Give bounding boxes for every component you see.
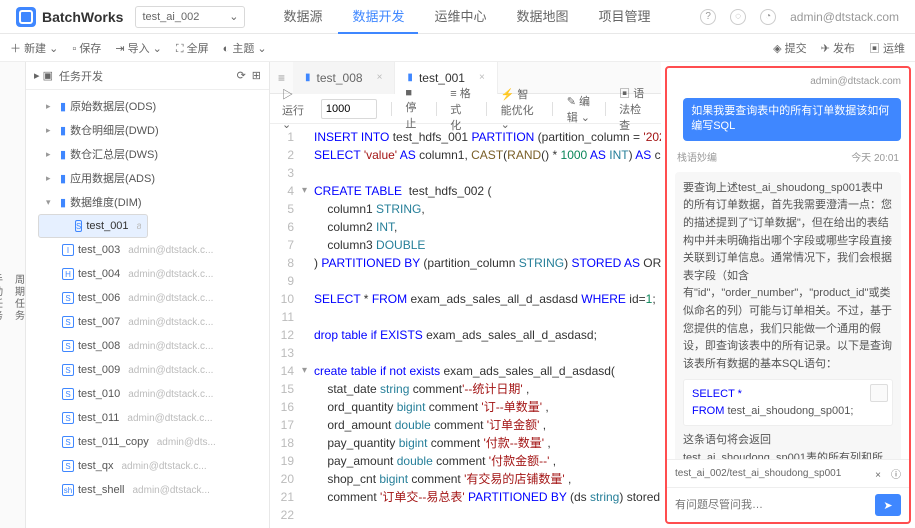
tree-file[interactable]: S test_009admin@dtstack.c... <box>26 358 269 382</box>
chat-input-row: ➤ <box>667 487 909 522</box>
code-line: 16 ord_quantity bigint comment '订--单数量' … <box>270 398 661 416</box>
send-btn[interactable]: ➤ <box>875 494 901 516</box>
tree-file[interactable]: sh test_shelladmin@dtstack... <box>26 478 269 502</box>
chat-meta: 栈语妙编今天 20:01 <box>667 145 909 168</box>
chevron-down-icon: ⌄ <box>229 10 238 23</box>
code-line: 15 stat_date string comment'--统计日期' , <box>270 380 661 398</box>
code-line: 12drop table if EXISTS exam_ads_sales_al… <box>270 326 661 344</box>
top-right: ? ◌ ◔ admin@dtstack.com <box>700 9 899 25</box>
tree-file[interactable]: S test_010admin@dtstack.c... <box>26 382 269 406</box>
close-icon[interactable]: × <box>377 72 383 83</box>
main-nav: 数据源数据开发运维中心数据地图项目管理 <box>269 0 664 34</box>
code-line: 3 <box>270 164 661 182</box>
code-line: 19 pay_amount double comment '付款金额--' , <box>270 452 661 470</box>
save-btn[interactable]: ▫ 保存 <box>72 40 101 56</box>
nav-item[interactable]: 项目管理 <box>585 0 665 34</box>
tree-file[interactable]: S test_001admin@dtstack.c... <box>38 214 148 238</box>
tree-header: ▸ ▣ 任务开发 ⟳ ⊞ <box>26 62 269 90</box>
bot-message: 要查询上述test_ai_shoudong_sp001表中的所有订单数据，首先我… <box>675 172 901 459</box>
tree-file[interactable]: S test_008admin@dtstack.c... <box>26 334 269 358</box>
close-icon[interactable]: × <box>479 72 485 83</box>
refresh-icon[interactable]: ⟳ <box>237 69 246 82</box>
tree-folder[interactable]: ▸▮ 原始数据层(ODS) <box>26 94 269 118</box>
code-line: 6 column2 INT, <box>270 218 661 236</box>
limit-input[interactable] <box>321 99 377 119</box>
user-message: 如果我要查询表中的所有订单数据该如何编写SQL <box>683 98 901 141</box>
code-line: 8) PARTITIONED BY (partition_column STRI… <box>270 254 661 272</box>
tree-file[interactable]: S test_011admin@dtstack.c... <box>26 406 269 430</box>
editor-toolbar: ▷ 运行 ⌄ ■ 停止 ≡ 格式化 ⚡ 智能优化 ⌄ ✎ 编辑 ⌄ ▣ 语法检查 <box>270 94 661 124</box>
chat-body: 要查询上述test_ai_shoudong_sp001表中的所有订单数据，首先我… <box>667 168 909 459</box>
code-line: 20 shop_cnt bigint comment '有交易的店铺数量' , <box>270 470 661 488</box>
msg-icon[interactable]: ◌ <box>730 9 746 25</box>
close-icon[interactable]: × ⓘ <box>875 466 901 481</box>
code-editor[interactable]: 1INSERT INTO test_hdfs_001 PARTITION (pa… <box>270 124 661 528</box>
file-tree: ▸ ▣ 任务开发 ⟳ ⊞ ▸▮ 原始数据层(ODS)▸▮ 数仓明细层(DWD)▸… <box>26 62 270 528</box>
code-line: 1INSERT INTO test_hdfs_001 PARTITION (pa… <box>270 128 661 146</box>
code-line: 13 <box>270 344 661 362</box>
filter-icon[interactable]: ⊞ <box>252 69 261 82</box>
code-line: 7 column3 DOUBLE <box>270 236 661 254</box>
code-line: 17 ord_amount double comment '订单金额' , <box>270 416 661 434</box>
rail-item[interactable]: 手动任务 <box>0 275 3 323</box>
ops-btn[interactable]: ▣ 运维 <box>869 40 905 56</box>
rail-item[interactable]: 周期任务 <box>15 275 25 323</box>
tree-title: 任务开发 <box>59 68 103 84</box>
folder-icon: ▸ ▣ <box>34 69 53 82</box>
tree-file[interactable]: H test_004admin@dtstack.c... <box>26 262 269 286</box>
help-icon[interactable]: ? <box>700 9 716 25</box>
tree-file[interactable]: S test_011_copyadmin@dts... <box>26 430 269 454</box>
tree-file[interactable]: I test_003admin@dtstack.c... <box>26 238 269 262</box>
fs-btn[interactable]: ⛶ 全屏 <box>176 40 209 56</box>
code-line: 14▾create table if not exists exam_ads_s… <box>270 362 661 380</box>
code-line: 23DESCRIBE exam_ads_sales_all_d_asdasd; <box>270 524 661 528</box>
tree-folder[interactable]: ▸▮ 数仓汇总层(DWS) <box>26 142 269 166</box>
user-email[interactable]: admin@dtstack.com <box>790 10 899 24</box>
tree-body: ▸▮ 原始数据层(ODS)▸▮ 数仓明细层(DWD)▸▮ 数仓汇总层(DWS)▸… <box>26 90 269 528</box>
copy-icon[interactable] <box>870 384 888 402</box>
tree-folder[interactable]: ▸▮ 数仓明细层(DWD) <box>26 118 269 142</box>
code-line: 18 pay_quantity bigint comment '付款--数量' … <box>270 434 661 452</box>
nav-item[interactable]: 数据开发 <box>338 0 418 34</box>
logo: BatchWorks <box>16 7 123 27</box>
code-line: 22 <box>270 506 661 524</box>
chat-header: admin@dtstack.com <box>667 68 909 94</box>
code-line: 2SELECT 'value' AS column1, CAST(RAND() … <box>270 146 661 164</box>
ai-chat-panel: admin@dtstack.com 如果我要查询表中的所有订单数据该如何编写SQ… <box>665 66 911 524</box>
chat-input[interactable] <box>675 499 869 511</box>
nav-item[interactable]: 运维中心 <box>420 0 500 34</box>
main: 周期任务手动任务临时查询运行历史资源管理函数管理组件管理标签管理 ▸ ▣ 任务开… <box>0 62 915 528</box>
project-select[interactable]: test_ai_002⌄ <box>135 6 245 28</box>
code-line: 11 <box>270 308 661 326</box>
theme-btn[interactable]: ◐ 主题 ⌄ <box>223 40 267 56</box>
code-line: 21 comment '订单交--易总表' PARTITIONED BY (ds… <box>270 488 661 506</box>
code-line: 4▾CREATE TABLE test_hdfs_002 ( <box>270 182 661 200</box>
sub-toolbar: ＋ 新建 ⌄ ▫ 保存 ⇥ 导入 ⌄ ⛶ 全屏 ◐ 主题 ⌄ ◈ 提交 ✈ 发布… <box>0 34 915 62</box>
nav-item[interactable]: 数据源 <box>269 0 336 34</box>
submit-btn[interactable]: ◈ 提交 <box>773 40 807 56</box>
tree-folder[interactable]: ▸▮ 应用数据层(ADS) <box>26 166 269 190</box>
tree-file[interactable]: S test_qxadmin@dtstack.c... <box>26 454 269 478</box>
publish-btn[interactable]: ✈ 发布 <box>821 40 855 56</box>
new-btn[interactable]: ＋ 新建 ⌄ <box>10 40 58 56</box>
code-line: 5 column1 STRING, <box>270 200 661 218</box>
import-btn[interactable]: ⇥ 导入 ⌄ <box>115 40 162 56</box>
left-rail: 周期任务手动任务临时查询运行历史资源管理函数管理组件管理标签管理 <box>0 62 26 528</box>
chat-context: test_ai_002/test_ai_shoudong_sp001× ⓘ <box>667 459 909 487</box>
code-line: 9 <box>270 272 661 290</box>
edit-btn[interactable]: ✎ 编辑 ⌄ <box>567 93 591 125</box>
user-icon[interactable]: ◔ <box>760 9 776 25</box>
tree-folder[interactable]: ▾▮ 数据维度(DIM) <box>26 190 269 214</box>
tree-file[interactable]: S test_007admin@dtstack.c... <box>26 310 269 334</box>
logo-icon <box>16 7 36 27</box>
editor-pane: ≡ ▮test_008×▮test_001× ▷ 运行 ⌄ ■ 停止 ≡ 格式化… <box>270 62 661 528</box>
code-snippet: SELECT * FROM test_ai_shoudong_sp001; <box>683 379 893 426</box>
tree-file[interactable]: S test_006admin@dtstack.c... <box>26 286 269 310</box>
code-line: 10SELECT * FROM exam_ads_sales_all_d_asd… <box>270 290 661 308</box>
nav-item[interactable]: 数据地图 <box>502 0 582 34</box>
top-header: BatchWorks test_ai_002⌄ 数据源数据开发运维中心数据地图项… <box>0 0 915 34</box>
menu-icon[interactable]: ≡ <box>270 71 293 85</box>
editor-tab[interactable]: ▮test_008× <box>293 62 395 94</box>
